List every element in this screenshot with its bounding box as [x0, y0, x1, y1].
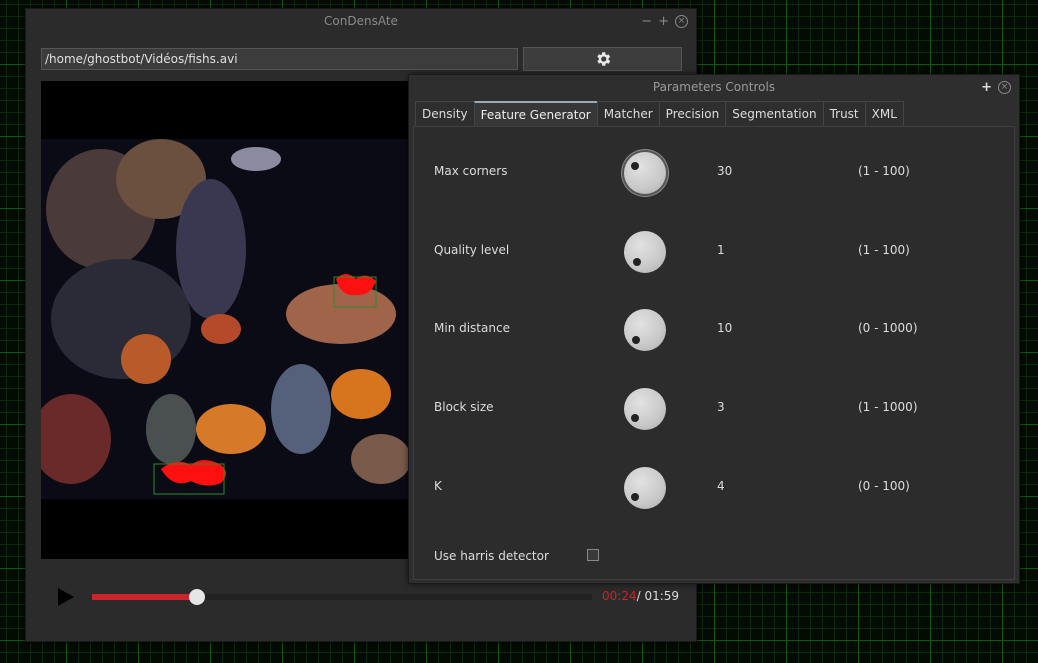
- param-row-max-corners: Max corners 30 (1 - 100): [414, 152, 1014, 194]
- settings-button[interactable]: [523, 47, 682, 71]
- k-dial[interactable]: [624, 467, 666, 509]
- quality-level-dial[interactable]: [624, 231, 666, 273]
- seek-bar[interactable]: [92, 589, 592, 605]
- main-window-titlebar[interactable]: ConDensAte: [26, 9, 696, 33]
- param-value: 10: [717, 321, 733, 335]
- seek-progress: [92, 594, 197, 600]
- param-range: (1 - 1000): [858, 400, 918, 414]
- harris-label: Use harris detector: [434, 549, 549, 563]
- feature-generator-panel: Max corners 30 (1 - 100) Quality level 1…: [413, 126, 1015, 580]
- param-label: Quality level: [434, 243, 510, 257]
- maximize-icon[interactable]: +: [658, 14, 669, 29]
- current-time: 00:24: [602, 589, 637, 603]
- window-title: ConDensAte: [324, 14, 398, 28]
- play-icon[interactable]: [58, 588, 74, 606]
- tab-density[interactable]: Density: [415, 101, 475, 126]
- parameters-titlebar[interactable]: Parameters Controls: [409, 75, 1019, 99]
- parameters-window: Parameters Controls + × Density Feature …: [408, 74, 1020, 584]
- param-range: (1 - 100): [858, 243, 910, 257]
- close-icon[interactable]: ×: [998, 80, 1011, 94]
- param-value: 1: [717, 243, 725, 257]
- param-range: (0 - 1000): [858, 321, 918, 335]
- tab-bar: Density Feature Generator Matcher Precis…: [415, 101, 904, 127]
- video-view[interactable]: [41, 81, 411, 559]
- video-frame: [41, 139, 411, 499]
- param-range: (1 - 100): [858, 164, 910, 178]
- maximize-icon[interactable]: +: [981, 80, 992, 95]
- dial-indicator: [633, 258, 641, 266]
- parameters-window-controls: + ×: [981, 75, 1011, 99]
- harris-checkbox[interactable]: [587, 549, 599, 561]
- tab-precision[interactable]: Precision: [658, 101, 727, 126]
- aquarium-frame-image: [41, 139, 411, 499]
- dial-indicator: [632, 336, 640, 344]
- param-label: K: [434, 479, 442, 493]
- param-value: 3: [717, 400, 725, 414]
- total-time: / 01:59: [636, 589, 680, 603]
- close-icon[interactable]: ×: [675, 14, 688, 28]
- max-corners-dial[interactable]: [624, 152, 666, 194]
- param-range: (0 - 100): [858, 479, 910, 493]
- time-display: 00:24/ 01:59: [602, 589, 679, 603]
- tab-xml[interactable]: XML: [864, 101, 904, 126]
- dial-indicator: [631, 493, 639, 501]
- param-value: 4: [717, 479, 725, 493]
- param-row-k: K 4 (0 - 100): [414, 467, 1014, 509]
- file-path-input[interactable]: [41, 48, 518, 70]
- block-size-dial[interactable]: [624, 388, 666, 430]
- param-row-block-size: Block size 3 (1 - 1000): [414, 388, 1014, 430]
- dial-indicator: [631, 162, 639, 170]
- seek-handle[interactable]: [189, 589, 205, 605]
- tab-feature-generator[interactable]: Feature Generator: [473, 101, 598, 127]
- window-controls: − + ×: [641, 9, 688, 33]
- param-row-min-distance: Min distance 10 (0 - 1000): [414, 309, 1014, 351]
- param-value: 30: [717, 164, 733, 178]
- close-glyph: ×: [1000, 81, 1009, 92]
- min-distance-dial[interactable]: [624, 309, 666, 351]
- dial-indicator: [631, 414, 639, 422]
- tab-matcher[interactable]: Matcher: [596, 101, 660, 126]
- minimize-icon[interactable]: −: [641, 14, 652, 29]
- param-label: Min distance: [434, 321, 510, 335]
- gear-icon: [596, 52, 610, 66]
- parameters-title: Parameters Controls: [652, 80, 776, 94]
- close-glyph: ×: [677, 15, 686, 26]
- param-row-harris: Use harris detector: [414, 537, 1014, 577]
- param-label: Max corners: [434, 164, 508, 178]
- tab-segmentation[interactable]: Segmentation: [725, 101, 824, 126]
- param-label: Block size: [434, 400, 494, 414]
- tab-trust[interactable]: Trust: [822, 101, 866, 126]
- param-row-quality-level: Quality level 1 (1 - 100): [414, 231, 1014, 273]
